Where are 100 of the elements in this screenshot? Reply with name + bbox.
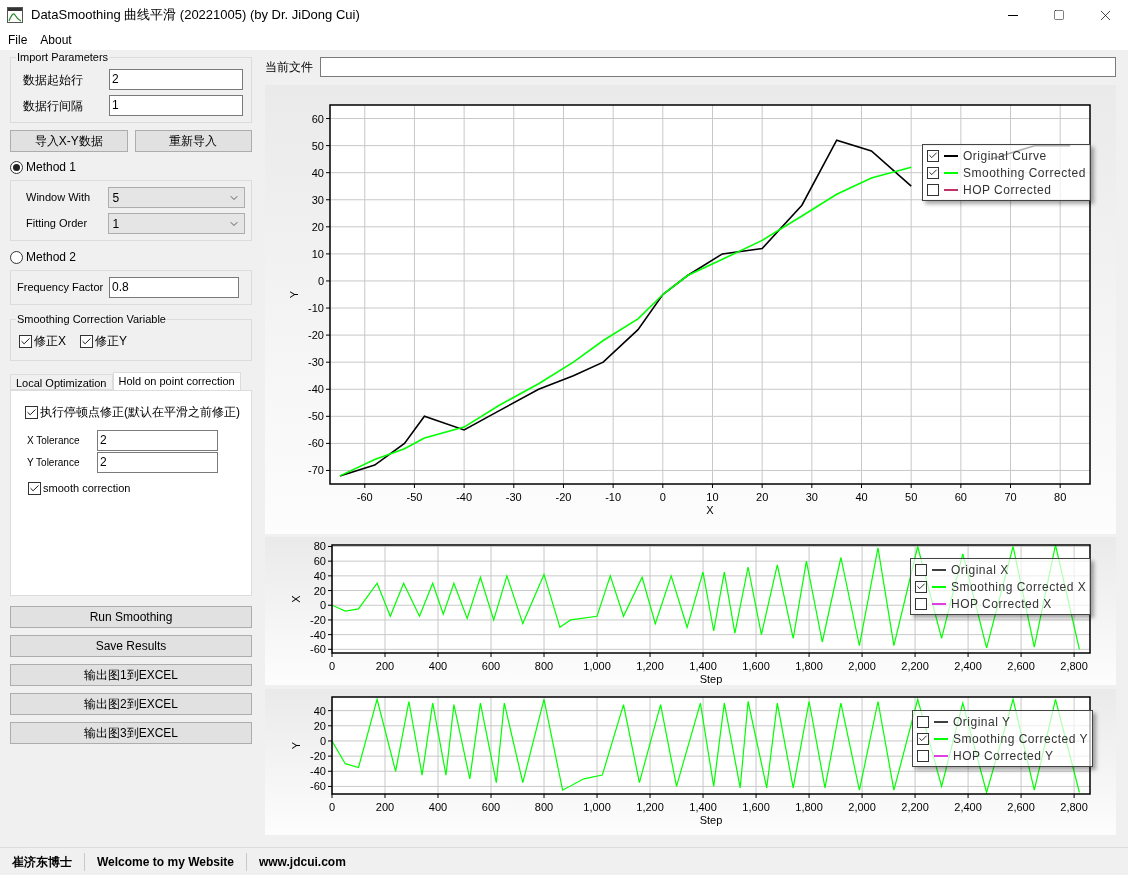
axis-tick-label: 0 bbox=[317, 274, 324, 287]
axis-tick-label: 20 bbox=[311, 220, 324, 233]
radio-label: Method 1 bbox=[26, 159, 77, 176]
axis-tick-label: 2,800 bbox=[1060, 660, 1088, 672]
action-button[interactable]: 导入X-Y数据 bbox=[10, 130, 128, 152]
axis-tick-label: 600 bbox=[481, 660, 501, 672]
action-button[interactable]: 输出图1到EXCEL bbox=[10, 664, 252, 686]
legend-label: Smoothing Corrected Y bbox=[953, 730, 1088, 748]
menu-item[interactable]: File bbox=[8, 31, 28, 49]
axis-tick-label: 60 bbox=[954, 491, 967, 503]
legend-label: Original X bbox=[951, 561, 1009, 579]
tab[interactable]: Local Optimization bbox=[10, 374, 113, 390]
checkbox-label: 修正Y bbox=[95, 333, 128, 350]
axis-tick-label: 2,600 bbox=[1007, 660, 1035, 672]
axis-tick-label: 1,000 bbox=[583, 660, 611, 672]
axis-tick-label: -10 bbox=[605, 491, 622, 503]
axis-tick-label: -60 bbox=[356, 491, 373, 503]
legend-label: HOP Corrected bbox=[963, 181, 1052, 199]
axis-tick-label: 1,800 bbox=[795, 801, 823, 813]
axis-tick-label: 800 bbox=[534, 801, 554, 813]
axis-tick-label: 40 bbox=[855, 491, 868, 503]
dropdown[interactable]: 1 bbox=[107, 213, 245, 234]
legend-label: Smoothing Corrected bbox=[963, 164, 1086, 182]
axis-tick-label: 60 bbox=[313, 555, 326, 568]
text-field[interactable]: 0.8 bbox=[109, 277, 239, 298]
axis-tick-label: 1,400 bbox=[689, 801, 717, 813]
checkbox-label: smooth correction bbox=[43, 481, 131, 496]
axis-tick-label: -30 bbox=[505, 491, 522, 503]
axis-tick-label: -60 bbox=[308, 437, 324, 450]
field-label: Window With bbox=[25, 190, 92, 206]
axis-tick-label: 2,200 bbox=[901, 801, 929, 813]
text-field[interactable]: 2 bbox=[97, 452, 218, 473]
axis-title: Y bbox=[290, 741, 302, 750]
field-label: 当前文件 bbox=[265, 59, 314, 76]
axis-tick-label: -20 bbox=[308, 329, 324, 342]
axis-tick-label: 200 bbox=[375, 801, 395, 813]
axis-tick-label: -10 bbox=[308, 302, 324, 315]
menu-item[interactable]: About bbox=[40, 31, 72, 49]
action-button[interactable]: 输出图2到EXCEL bbox=[10, 693, 252, 715]
text-field[interactable]: 1 bbox=[109, 95, 243, 116]
axis-tick-label: 40 bbox=[313, 569, 326, 582]
axis-tick-label: 800 bbox=[534, 660, 554, 672]
checkbox-label: 修正X bbox=[34, 333, 66, 350]
axis-tick-label: 20 bbox=[313, 719, 326, 732]
axis-title: Step bbox=[699, 814, 723, 826]
field-label: 数据起始行 bbox=[23, 71, 84, 89]
axis-tick-label: 1,200 bbox=[636, 801, 664, 813]
field-label: 数据行间隔 bbox=[23, 97, 84, 115]
axis-tick-label: 1,600 bbox=[742, 660, 770, 672]
action-button[interactable]: 输出图3到EXCEL bbox=[10, 722, 252, 744]
status-text: Welcome to my Website bbox=[85, 852, 247, 871]
axis-tick-label: 0 bbox=[328, 660, 336, 672]
group-title: Import Parameters bbox=[16, 51, 110, 64]
axis-tick-label: -40 bbox=[456, 491, 473, 503]
axis-tick-label: 0 bbox=[319, 734, 326, 747]
action-button[interactable]: Run Smoothing bbox=[10, 606, 252, 628]
legend-label: HOP Corrected Y bbox=[953, 747, 1054, 765]
axis-tick-label: 2,000 bbox=[848, 801, 876, 813]
axis-tick-label: 200 bbox=[375, 660, 395, 672]
radio-label: Method 2 bbox=[26, 249, 77, 266]
axis-tick-label: -40 bbox=[308, 383, 324, 396]
axis-tick-label: -20 bbox=[555, 491, 572, 503]
text-field[interactable]: 2 bbox=[109, 69, 243, 90]
action-button[interactable]: Save Results bbox=[10, 635, 252, 657]
axis-tick-label: -70 bbox=[308, 464, 324, 477]
axis-tick-label: 50 bbox=[905, 491, 918, 503]
axis-tick-label: 2,400 bbox=[954, 801, 982, 813]
axis-title: Y bbox=[288, 290, 300, 299]
axis-tick-label: -60 bbox=[310, 643, 326, 656]
axis-tick-label: 30 bbox=[311, 193, 324, 206]
axis-tick-label: 80 bbox=[1054, 491, 1067, 503]
axis-title: Step bbox=[699, 673, 723, 685]
axis-tick-label: 10 bbox=[706, 491, 719, 503]
axis-tick-label: -40 bbox=[310, 765, 326, 778]
axis-tick-label: 80 bbox=[313, 540, 326, 553]
text-field[interactable]: 2 bbox=[97, 430, 218, 451]
field-label: Frequency Factor bbox=[17, 280, 105, 296]
checkbox-label: 执行停顿点修正(默认在平滑之前修正) bbox=[40, 404, 240, 421]
axis-tick-label: 20 bbox=[313, 584, 326, 597]
axis-tick-label: 400 bbox=[428, 660, 448, 672]
group-title: Smoothing Correction Variable bbox=[16, 313, 167, 326]
axis-tick-label: -50 bbox=[308, 410, 324, 423]
dropdown[interactable]: 5 bbox=[107, 187, 245, 208]
status-text: www.jdcui.com bbox=[257, 853, 347, 871]
axis-tick-label: 40 bbox=[313, 704, 326, 717]
action-button[interactable]: 重新导入 bbox=[134, 130, 252, 152]
axis-title: X bbox=[290, 595, 302, 603]
axis-tick-label: 1,800 bbox=[795, 660, 823, 672]
axis-tick-label: -60 bbox=[310, 780, 326, 793]
axis-tick-label: 1,600 bbox=[742, 801, 770, 813]
window-title: DataSmoothing 曲线平滑 (20221005) (by Dr. JiDong Cui) bbox=[31, 6, 360, 25]
axis-tick-label: 60 bbox=[311, 112, 324, 125]
axis-tick-label: 1,200 bbox=[636, 660, 664, 672]
axis-tick-label: 2,200 bbox=[901, 660, 929, 672]
axis-tick-label: 2,600 bbox=[1007, 801, 1035, 813]
legend-label: Original Y bbox=[953, 713, 1011, 731]
field-label: Y Tolerance bbox=[27, 456, 81, 470]
tab[interactable]: Hold on point correction bbox=[112, 372, 241, 390]
axis-tick-label: -50 bbox=[406, 491, 423, 503]
legend-label: Original Curve bbox=[963, 147, 1047, 165]
